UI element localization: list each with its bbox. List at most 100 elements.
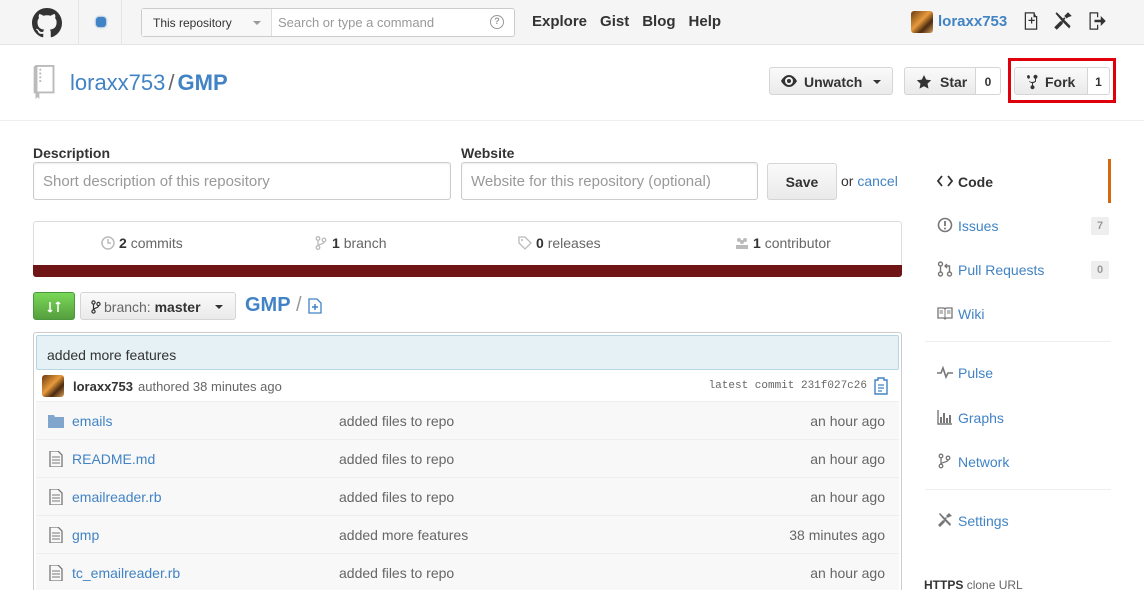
file-age: an hour ago	[810, 451, 885, 467]
git-compare-icon	[47, 301, 61, 313]
contributor-stat[interactable]: 1 contributor	[735, 235, 831, 251]
breadcrumb-separator: /	[296, 294, 302, 316]
file-age: an hour ago	[810, 413, 885, 429]
website-input[interactable]	[461, 162, 758, 200]
file-name-link[interactable]: README.md	[72, 451, 155, 467]
file-name-link[interactable]: emailreader.rb	[72, 489, 162, 505]
sidebar-item-label: Pull Requests	[958, 262, 1045, 278]
organization-icon	[736, 238, 748, 249]
fork-highlight-box	[1008, 58, 1116, 103]
contributor-label: contributor	[764, 235, 831, 251]
github-logo-icon[interactable]	[32, 8, 62, 38]
sign-out-icon[interactable]	[1087, 11, 1107, 31]
sidebar-item-network[interactable]: Network	[925, 439, 1111, 483]
tag-icon	[518, 236, 532, 250]
file-table: added more features loraxx753 authored 3…	[33, 332, 902, 590]
issue-icon	[937, 217, 953, 233]
cancel-link[interactable]: cancel	[857, 173, 897, 189]
commits-label: commits	[130, 235, 183, 251]
create-repo-icon[interactable]	[1021, 11, 1041, 31]
caret-down-icon	[215, 305, 223, 309]
sidebar-item-label: Issues	[958, 218, 999, 234]
tools-icon[interactable]	[1053, 11, 1073, 31]
sidebar-item-pulse[interactable]: Pulse	[925, 350, 1111, 394]
clipboard-icon[interactable]	[873, 377, 889, 395]
search-scope-label: This repository	[153, 16, 232, 30]
username-link[interactable]: loraxx753	[938, 13, 1007, 30]
table-row[interactable]: tc_emailreader.rb added files to repo an…	[36, 554, 899, 590]
description-input[interactable]	[33, 162, 451, 200]
branch-prefix: branch:	[104, 299, 151, 315]
nav-explore[interactable]: Explore	[532, 13, 587, 30]
file-commit-message[interactable]: added files to repo	[339, 489, 454, 505]
language-bar[interactable]	[33, 265, 902, 277]
branch-name: master	[154, 299, 201, 315]
file-commit-message[interactable]: added files to repo	[339, 451, 454, 467]
caret-down-icon	[253, 21, 261, 25]
unwatch-button[interactable]: Unwatch	[769, 67, 893, 95]
file-name-link[interactable]: gmp	[72, 527, 99, 543]
nav-blog[interactable]: Blog	[642, 13, 675, 30]
releases-count: 0	[536, 235, 544, 251]
branch-selector[interactable]: branch: master	[80, 292, 236, 320]
repo-title: loraxx753/GMP	[70, 70, 228, 96]
file-name-link[interactable]: tc_emailreader.rb	[72, 565, 180, 581]
latest-commit-message[interactable]: added more features	[36, 335, 899, 370]
sidebar-item-label: Code	[958, 174, 993, 190]
branch-stat[interactable]: 1 branch	[314, 235, 387, 251]
compare-button[interactable]	[33, 292, 75, 320]
avatar[interactable]	[911, 11, 933, 33]
notifications-button[interactable]	[78, 0, 122, 44]
file-name-link[interactable]: emails	[72, 413, 112, 429]
sidebar-item-label: Pulse	[958, 365, 994, 381]
sidebar-item-label: Network	[958, 454, 1010, 470]
search-scope-dropdown[interactable]: This repository	[142, 9, 272, 36]
table-row[interactable]: emailreader.rb added files to repo an ho…	[36, 478, 899, 516]
star-button[interactable]: Star	[904, 67, 976, 95]
sidebar-item-issues[interactable]: Issues 7	[925, 203, 1111, 247]
pull-requests-count: 0	[1091, 261, 1109, 279]
save-button[interactable]: Save	[767, 163, 837, 200]
notification-indicator-icon	[96, 17, 106, 27]
table-row[interactable]: README.md added files to repo an hour ag…	[36, 440, 899, 478]
commit-time: authored 38 minutes ago	[138, 379, 282, 394]
commits-stat[interactable]: 2 commits	[101, 235, 183, 251]
repo-name-link[interactable]: GMP	[178, 70, 228, 95]
file-text-icon	[49, 489, 63, 505]
table-row[interactable]: gmp added more features 38 minutes ago	[36, 516, 899, 554]
commits-count: 2	[119, 235, 127, 251]
sidebar-item-settings[interactable]: Settings	[925, 498, 1111, 542]
history-icon	[101, 236, 115, 250]
repo-icon	[33, 65, 55, 99]
search-input[interactable]	[272, 9, 492, 36]
unwatch-label: Unwatch	[804, 74, 863, 90]
file-age: 38 minutes ago	[789, 527, 885, 543]
branch-count: 1	[332, 235, 340, 251]
breadcrumb-repo-link[interactable]: GMP	[245, 294, 291, 317]
sidebar-item-graphs[interactable]: Graphs	[925, 395, 1111, 439]
sidebar-item-code[interactable]: Code	[925, 159, 1111, 203]
sidebar-item-wiki[interactable]: Wiki	[925, 291, 1111, 335]
star-count[interactable]: 0	[976, 67, 1001, 95]
graph-icon	[937, 410, 952, 425]
latest-commit-sha[interactable]: latest commit 231f027c26	[709, 380, 867, 392]
sidebar-item-label: Settings	[958, 513, 1009, 529]
file-commit-message[interactable]: added files to repo	[339, 413, 454, 429]
file-commit-message[interactable]: added more features	[339, 527, 468, 543]
file-commit-message[interactable]: added files to repo	[339, 565, 454, 581]
pull-request-icon	[937, 261, 953, 277]
nav-gist[interactable]: Gist	[600, 13, 629, 30]
site-search: This repository ?	[141, 8, 515, 37]
sidebar-divider	[925, 341, 1111, 342]
site-header: This repository ? Explore Gist Blog Help lo…	[0, 0, 1144, 45]
file-age: an hour ago	[810, 565, 885, 581]
sidebar-item-pull-requests[interactable]: Pull Requests 0	[925, 247, 1111, 291]
commit-author[interactable]: loraxx753	[73, 379, 133, 394]
repo-owner-link[interactable]: loraxx753	[70, 70, 165, 95]
question-icon[interactable]: ?	[490, 15, 504, 29]
new-file-icon[interactable]	[308, 298, 322, 314]
releases-stat[interactable]: 0 releases	[518, 235, 601, 251]
nav-help[interactable]: Help	[689, 13, 722, 30]
table-row[interactable]: emails added files to repo an hour ago	[36, 402, 899, 440]
avatar[interactable]	[42, 375, 64, 397]
